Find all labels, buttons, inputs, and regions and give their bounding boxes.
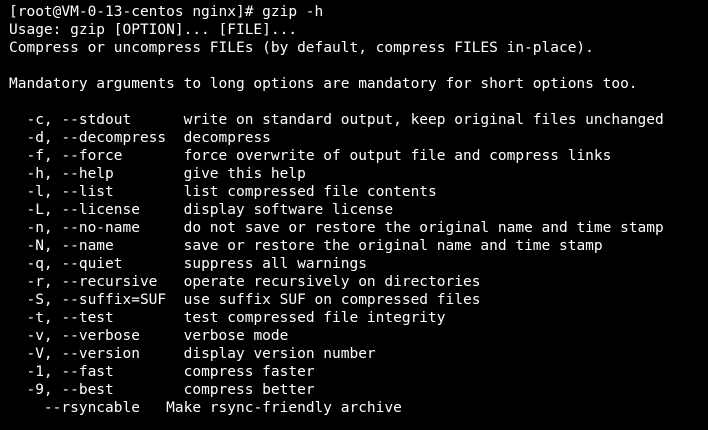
option-flag: -d, --decompress — [9, 130, 184, 146]
option-flag: -n, --no-name — [9, 220, 184, 236]
option-description: test compressed file integrity — [183, 310, 446, 326]
option-description: display software license — [183, 202, 394, 218]
option-description: list compressed file contents — [183, 184, 437, 200]
option-description: verbose mode — [183, 328, 289, 344]
option-row-suffix: -S, --suffix=SUF use suffix SUF on compr… — [9, 291, 708, 309]
option-row-help: -h, --help give this help — [9, 165, 708, 183]
option-row-verbose: -v, --verbose verbose mode — [9, 327, 708, 345]
option-flag: -V, --version — [9, 346, 184, 362]
command-prompt-line: [root@VM-0-13-centos nginx]# gzip -h — [9, 4, 324, 20]
option-description: force overwrite of output file and compr… — [183, 148, 612, 164]
terminal-window[interactable]: [root@VM-0-13-centos nginx]# gzip -h Usa… — [0, 0, 708, 430]
option-description: compress faster — [183, 364, 315, 380]
option-row-recursive: -r, --recursive operate recursively on d… — [9, 273, 708, 291]
option-description: Make rsync-friendly archive — [166, 400, 402, 416]
option-description: decompress — [183, 130, 271, 146]
option-flag: -N, --name — [9, 238, 184, 254]
option-row-name: -N, --name save or restore the original … — [9, 237, 708, 255]
option-row-best: -9, --best compress better — [9, 381, 708, 399]
option-flag: -L, --license — [9, 202, 184, 218]
option-description: use suffix SUF on compressed files — [183, 292, 481, 308]
option-row-rsyncable: --rsyncable Make rsync-friendly archive — [9, 399, 708, 417]
usage-line: Usage: gzip [OPTION]... [FILE]... — [9, 22, 298, 38]
option-description: compress better — [183, 382, 315, 398]
option-flag: -v, --verbose — [9, 328, 184, 344]
option-description: suppress all warnings — [183, 256, 367, 272]
summary-line: Compress or uncompress FILEs (by default… — [9, 40, 594, 56]
option-flag: -r, --recursive — [9, 274, 184, 290]
option-row-list: -l, --list list compressed file contents — [9, 183, 708, 201]
option-flag: -q, --quiet — [9, 256, 184, 272]
option-row-force: -f, --force force overwrite of output fi… — [9, 147, 708, 165]
option-row-no-name: -n, --no-name do not save or restore the… — [9, 219, 708, 237]
option-row-fast: -1, --fast compress faster — [9, 363, 708, 381]
option-flag: -h, --help — [9, 166, 184, 182]
option-flag: -t, --test — [9, 310, 184, 326]
option-flag: -f, --force — [9, 148, 184, 164]
mandatory-note-line: Mandatory arguments to long options are … — [9, 76, 638, 92]
option-row-version: -V, --version display version number — [9, 345, 708, 363]
option-row-decompress: -d, --decompress decompress — [9, 129, 708, 147]
option-flag: -c, --stdout — [9, 112, 184, 128]
option-flag: -1, --fast — [9, 364, 184, 380]
option-description: save or restore the original name and ti… — [183, 238, 603, 254]
option-flag: -l, --list — [9, 184, 184, 200]
option-description: give this help — [183, 166, 306, 182]
option-row-license: -L, --license display software license — [9, 201, 708, 219]
option-row-test: -t, --test test compressed file integrit… — [9, 309, 708, 327]
option-flag: --rsyncable — [9, 400, 167, 416]
option-description: display version number — [183, 346, 376, 362]
option-row-quiet: -q, --quiet suppress all warnings — [9, 255, 708, 273]
option-flag: -S, --suffix=SUF — [9, 292, 184, 308]
option-description: operate recursively on directories — [183, 274, 481, 290]
option-description: write on standard output, keep original … — [183, 112, 664, 128]
option-description: do not save or restore the original name… — [183, 220, 664, 236]
option-flag: -9, --best — [9, 382, 184, 398]
option-row-stdout: -c, --stdout write on standard output, k… — [9, 111, 708, 129]
